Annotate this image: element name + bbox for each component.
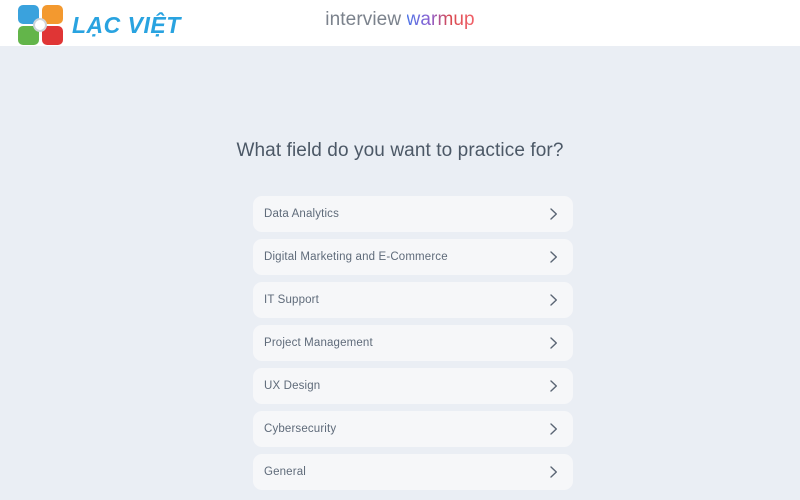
field-option-ux-design[interactable]: UX Design [253, 368, 573, 404]
option-label: Cybersecurity [264, 423, 337, 435]
field-option-list: Data Analytics Digital Marketing and E-C… [253, 196, 573, 490]
field-option-it-support[interactable]: IT Support [253, 282, 573, 318]
option-label: IT Support [264, 294, 319, 306]
option-label: Digital Marketing and E-Commerce [264, 251, 448, 263]
app-title-warmup: warmup [406, 9, 475, 30]
option-label: General [264, 466, 306, 478]
chevron-right-icon [549, 422, 559, 436]
chevron-right-icon [549, 465, 559, 479]
chevron-right-icon [549, 379, 559, 393]
app-title: interview warmup [0, 9, 800, 31]
page-title: What field do you want to practice for? [236, 140, 564, 161]
field-option-cybersecurity[interactable]: Cybersecurity [253, 411, 573, 447]
chevron-right-icon [549, 207, 559, 221]
field-option-general[interactable]: General [253, 454, 573, 490]
field-option-data-analytics[interactable]: Data Analytics [253, 196, 573, 232]
app-header: LẠC VIỆT interview warmup [0, 0, 800, 46]
field-option-project-management[interactable]: Project Management [253, 325, 573, 361]
app-title-interview: interview [325, 9, 407, 30]
chevron-right-icon [549, 293, 559, 307]
main-content: What field do you want to practice for? … [0, 46, 800, 500]
option-label: Project Management [264, 337, 373, 349]
chevron-right-icon [549, 336, 559, 350]
option-label: UX Design [264, 380, 321, 392]
field-option-digital-marketing-and-e-commerce[interactable]: Digital Marketing and E-Commerce [253, 239, 573, 275]
option-label: Data Analytics [264, 208, 339, 220]
chevron-right-icon [549, 250, 559, 264]
